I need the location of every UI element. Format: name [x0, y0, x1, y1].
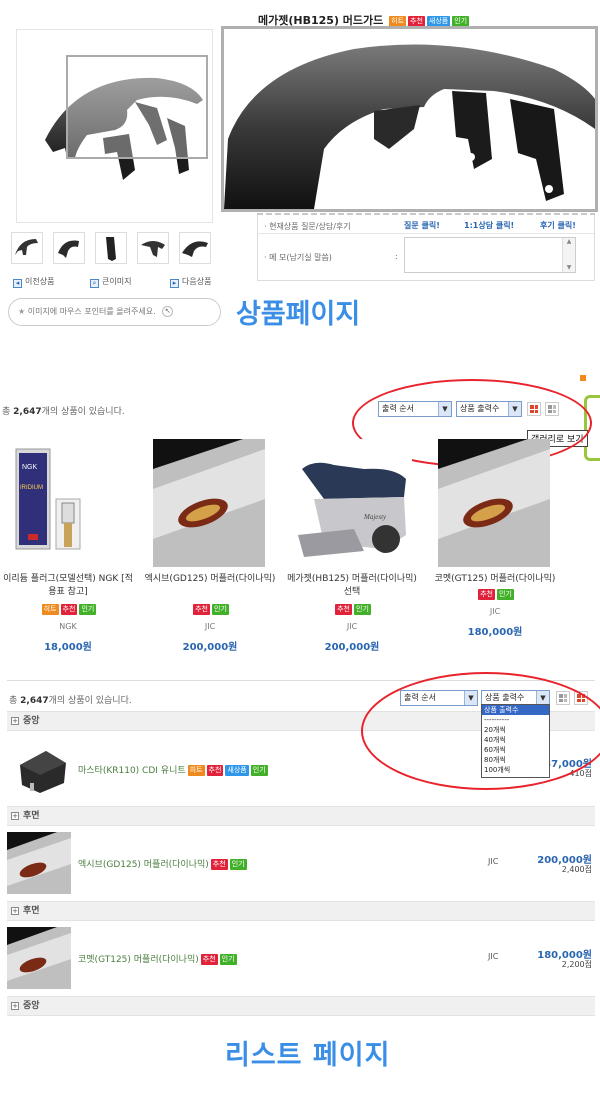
- memo-colon: :: [395, 252, 398, 261]
- gallery-item-brand-4: JIC: [489, 607, 501, 616]
- list-item-image-1[interactable]: [10, 737, 74, 799]
- big-image-link[interactable]: ⌕ 큰이미지: [90, 276, 131, 288]
- gallery-item-price-1: 18,000원: [44, 642, 92, 653]
- list-item-points-2: 2,400점: [561, 865, 592, 874]
- gallery-item-image-3[interactable]: Majesty: [294, 439, 412, 567]
- memo-label: · 메 모(남기실 말씀): [264, 253, 332, 262]
- thumbnail-1[interactable]: [11, 232, 43, 264]
- thumbnail-4[interactable]: [137, 232, 169, 264]
- gallery-item-image-4[interactable]: [438, 439, 550, 567]
- gallery-item-brand-3: JIC: [346, 622, 358, 631]
- list-item-name-1[interactable]: 마스타(KR110) CDI 유니트 히트 추천 새상품 인기: [78, 763, 268, 776]
- zoomed-image-preview: [221, 26, 598, 212]
- star-icon: ★: [18, 307, 26, 316]
- mudguard-zoom-image: [224, 44, 595, 209]
- list-item-name-3[interactable]: 코멧(GT125) 머플러(다이나믹) 추천 인기: [78, 952, 237, 965]
- list-item-brand-3: JIC: [488, 952, 499, 961]
- review-link[interactable]: 후기 클릭!: [540, 220, 576, 231]
- category-row-3[interactable]: + 후면: [7, 901, 595, 921]
- next-icon: ▸: [170, 279, 179, 288]
- panel-top-border: [257, 213, 595, 215]
- zoom-lens[interactable]: [66, 55, 208, 159]
- panel-divider: [258, 233, 594, 234]
- list-item-brand-2: JIC: [488, 857, 499, 866]
- gallery-item-badges-3: 추천 인기: [335, 604, 371, 615]
- plus-icon: +: [11, 1002, 19, 1010]
- list-page-label: 리스트 페이지: [225, 1040, 391, 1071]
- hover-hint: ★ 이미지에 마우스 포인터를 올려주세요. ↖: [8, 298, 221, 326]
- side-marker-orange: [580, 375, 586, 381]
- svg-text:Majesty: Majesty: [363, 513, 387, 521]
- next-product-label: 다음상품: [182, 277, 212, 286]
- gallery-item-image-2[interactable]: [153, 439, 265, 567]
- consult-link[interactable]: 1:1상담 클릭!: [464, 220, 514, 231]
- gallery-item-price-2: 200,000원: [182, 642, 238, 653]
- gallery-item-name-1[interactable]: 이리듐 플러그(모델선택) NGK [적용표 참고]: [0, 573, 136, 599]
- highlight-ellipse-list: [361, 672, 600, 790]
- category-row-2[interactable]: + 후면: [7, 806, 595, 826]
- gallery-item-name-3[interactable]: 메가젯(HB125) 머플러(다이나믹) 선택: [284, 573, 420, 599]
- product-page-label: 상품페이지: [236, 299, 361, 330]
- list-product-count: 총 2,647개의 상품이 있습니다.: [9, 696, 132, 706]
- gallery-item-price-3: 200,000원: [324, 642, 380, 653]
- prev-icon: ◂: [13, 279, 22, 288]
- list-item-points-3: 2,200점: [561, 960, 592, 969]
- gallery-item-badges-1: 히트 추천 인기: [41, 604, 97, 615]
- plus-icon: +: [11, 812, 19, 820]
- thumbnail-5[interactable]: [179, 232, 211, 264]
- plus-icon: +: [11, 907, 19, 915]
- gallery-item-image-1[interactable]: NGK IRIDIUM: [10, 439, 128, 567]
- hover-hint-text: 이미지에 마우스 포인터를 올려주세요.: [27, 307, 156, 316]
- gallery-item-brand-2: JIC: [204, 622, 216, 631]
- qna-label: · 현재상품 질문/상담/후기: [264, 222, 351, 231]
- question-link[interactable]: 질문 클릭!: [404, 220, 440, 231]
- gallery-item-name-2[interactable]: 엑시브(GD125) 머플러(다이나믹): [142, 573, 278, 586]
- prev-product-label: 이전상품: [25, 277, 55, 286]
- list-item-image-3[interactable]: [7, 927, 71, 989]
- next-product-link[interactable]: ▸ 다음상품: [170, 276, 211, 288]
- svg-text:IRIDIUM: IRIDIUM: [20, 485, 43, 491]
- gallery-product-count: 총 2,647개의 상품이 있습니다.: [2, 407, 125, 417]
- memo-scrollbar[interactable]: ▲ ▼: [562, 238, 575, 272]
- gallery-item-price-4: 180,000원: [467, 627, 523, 638]
- gallery-item-brand-1: NGK: [59, 622, 77, 631]
- zoom-icon: ⌕: [90, 279, 99, 288]
- list-item-image-2[interactable]: [7, 832, 71, 894]
- plus-icon: +: [11, 717, 19, 725]
- thumbnail-3[interactable]: [95, 232, 127, 264]
- gallery-item-name-4[interactable]: 코멧(GT125) 머플러(다이나믹): [427, 573, 563, 586]
- cursor-icon: ↖: [162, 306, 174, 317]
- category-row-4[interactable]: + 중앙: [7, 996, 595, 1016]
- thumbnail-2[interactable]: [53, 232, 85, 264]
- memo-textarea[interactable]: [404, 237, 576, 273]
- gallery-item-badges-4: 추천 인기: [478, 589, 514, 600]
- gallery-item-badges-2: 추천 인기: [193, 604, 229, 615]
- big-image-label: 큰이미지: [102, 277, 132, 286]
- prev-product-link[interactable]: ◂ 이전상품: [13, 276, 54, 288]
- svg-text:NGK: NGK: [22, 464, 38, 471]
- list-item-name-2[interactable]: 엑시브(GD125) 머플러(다이나믹) 추천 인기: [78, 857, 247, 870]
